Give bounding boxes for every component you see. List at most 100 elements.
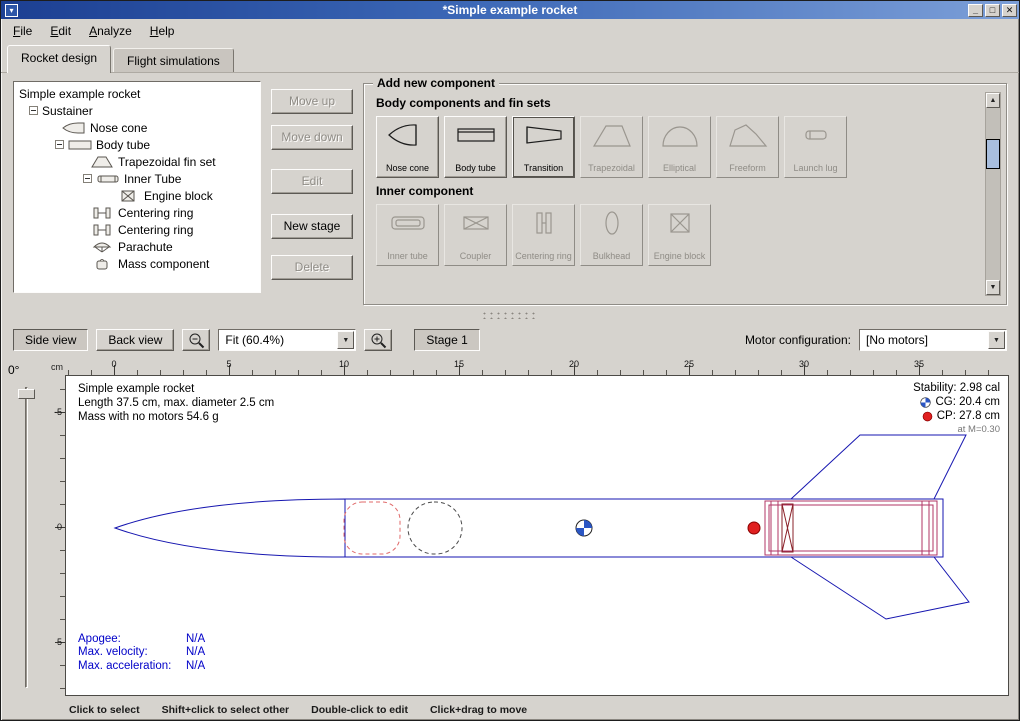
button-label: Nose cone [386, 164, 429, 174]
coupler-icon [454, 210, 498, 236]
inner-tube-outline[interactable] [765, 501, 937, 555]
add-launch-lug-button[interactable]: Launch lug [784, 116, 847, 178]
add-bulkhead-button[interactable]: Bulkhead [580, 204, 643, 266]
tree-item-rocket[interactable]: Simple example rocket [14, 85, 260, 102]
minimize-button[interactable]: _ [968, 4, 983, 17]
parachute-outline[interactable] [344, 502, 400, 554]
move-down-button[interactable]: Move down [271, 125, 353, 150]
menu-analyze[interactable]: Analyze [81, 21, 140, 41]
add-transition-button[interactable]: Transition [512, 116, 575, 178]
ruler-label: 20 [569, 359, 579, 369]
scroll-down-icon[interactable]: ▼ [986, 280, 1000, 295]
close-button[interactable]: ✕ [1002, 4, 1017, 17]
zoom-in-button[interactable] [364, 329, 392, 351]
button-label: Engine block [654, 252, 706, 262]
scrollbar-thumb[interactable] [986, 139, 1000, 169]
button-label: Launch lug [793, 164, 837, 174]
tree-item-parachute[interactable]: Parachute [14, 238, 260, 255]
engine-block-outline[interactable] [782, 504, 793, 552]
expander-icon[interactable] [83, 174, 92, 183]
centering-ring-icon [522, 210, 566, 236]
tree-item-body-tube[interactable]: Body tube [14, 136, 260, 153]
expander-icon[interactable] [55, 140, 64, 149]
delete-button[interactable]: Delete [271, 255, 353, 280]
tab-flight-simulations[interactable]: Flight simulations [113, 48, 234, 72]
tree-item-label: Trapezoidal fin set [118, 155, 216, 169]
add-elliptical-fin-button[interactable]: Elliptical [648, 116, 711, 178]
ruler-label: 0 [49, 522, 62, 532]
tree-item-sustainer[interactable]: Sustainer [14, 102, 260, 119]
add-body-tube-button[interactable]: Body tube [444, 116, 507, 178]
ruler-label: 0 [111, 359, 116, 369]
max-velocity-value: N/A [186, 646, 205, 660]
splitter-handle[interactable] [1, 307, 1019, 323]
app-window: ▾ *Simple example rocket _ □ ✕ File Edit… [0, 0, 1020, 721]
new-stage-button[interactable]: New stage [271, 214, 353, 239]
add-freeform-fin-button[interactable]: Freeform [716, 116, 779, 178]
transition-icon [522, 122, 566, 148]
add-nose-cone-button[interactable]: Nose cone [376, 116, 439, 178]
freeform-fin-icon [726, 122, 770, 148]
button-label: Freeform [729, 164, 766, 174]
rocket-canvas[interactable]: Simple example rocket Length 37.5 cm, ma… [65, 375, 1009, 696]
cp-legend-icon [922, 411, 933, 422]
stage-1-toggle[interactable]: Stage 1 [414, 329, 479, 351]
expander-icon[interactable] [29, 106, 38, 115]
edit-button[interactable]: Edit [271, 169, 353, 194]
menu-edit[interactable]: Edit [42, 21, 79, 41]
motor-configuration-label: Motor configuration: [745, 333, 851, 347]
fin-set-icon [90, 156, 114, 168]
rotation-slider[interactable] [25, 387, 28, 688]
elliptical-fin-icon [658, 122, 702, 148]
button-label: Trapezoidal [588, 164, 635, 174]
rocket-view-panel: 0° cm 0 5 10 15 20 25 30 35 -5 0 5 [1, 357, 1019, 700]
hint-shift-click: Shift+click to select other [162, 704, 290, 716]
chevron-down-icon[interactable]: ▼ [988, 331, 1005, 349]
mass-component-outline[interactable] [408, 502, 462, 554]
centering-ring-icon [90, 207, 114, 219]
tab-rocket-design[interactable]: Rocket design [7, 45, 111, 73]
tree-item-mass-component[interactable]: Mass component [14, 255, 260, 272]
splitter-dots-icon [481, 311, 539, 319]
maximize-button[interactable]: □ [985, 4, 1000, 17]
component-tree[interactable]: Simple example rocket Sustainer Nose con… [13, 81, 261, 293]
tree-item-label: Nose cone [90, 121, 147, 135]
tree-item-inner-tube[interactable]: Inner Tube [14, 170, 260, 187]
tree-item-centering-ring-2[interactable]: Centering ring [14, 221, 260, 238]
scroll-up-icon[interactable]: ▲ [986, 93, 1000, 108]
tree-item-label: Inner Tube [124, 172, 181, 186]
apogee-label: Apogee: [78, 633, 186, 647]
motor-configuration-select[interactable]: [No motors] ▼ [859, 329, 1007, 351]
zoom-out-button[interactable] [182, 329, 210, 351]
rotation-slider-thumb[interactable] [18, 389, 35, 399]
tree-item-centering-ring-1[interactable]: Centering ring [14, 204, 260, 221]
add-coupler-button[interactable]: Coupler [444, 204, 507, 266]
stability-info: Stability: 2.98 cal CG: 20.4 cm CP: 27.8… [913, 381, 1000, 437]
chevron-down-icon[interactable]: ▼ [337, 331, 354, 349]
tree-item-engine-block[interactable]: Engine block [14, 187, 260, 204]
move-up-button[interactable]: Move up [271, 89, 353, 114]
component-panel-scrollbar[interactable]: ▲ ▼ [985, 92, 1001, 296]
status-bar: Click to select Shift+click to select ot… [1, 700, 1019, 720]
add-centering-ring-button[interactable]: Centering ring [512, 204, 575, 266]
inner-component-label: Inner component [376, 184, 980, 198]
back-view-button[interactable]: Back view [96, 329, 174, 351]
titlebar[interactable]: ▾ *Simple example rocket _ □ ✕ [1, 1, 1019, 19]
zoom-select[interactable]: Fit (60.4%) ▼ [218, 329, 356, 351]
cp-value: CP: 27.8 cm [937, 409, 1000, 423]
add-trapezoidal-fin-button[interactable]: Trapezoidal [580, 116, 643, 178]
apogee-value: N/A [186, 633, 205, 647]
ruler-label: 30 [799, 359, 809, 369]
side-view-button[interactable]: Side view [13, 329, 88, 351]
add-inner-tube-button[interactable]: Inner tube [376, 204, 439, 266]
engine-block-icon [116, 190, 140, 202]
tree-item-fin-set[interactable]: Trapezoidal fin set [14, 153, 260, 170]
tree-item-label: Centering ring [118, 223, 193, 237]
tree-item-nose-cone[interactable]: Nose cone [14, 119, 260, 136]
tree-actions: Move up Move down Edit New stage Delete [271, 81, 353, 280]
zoom-value: Fit (60.4%) [219, 333, 337, 347]
window-menu-icon[interactable]: ▾ [5, 4, 18, 17]
menu-file[interactable]: File [5, 21, 40, 41]
add-engine-block-button[interactable]: Engine block [648, 204, 711, 266]
menu-help[interactable]: Help [142, 21, 183, 41]
